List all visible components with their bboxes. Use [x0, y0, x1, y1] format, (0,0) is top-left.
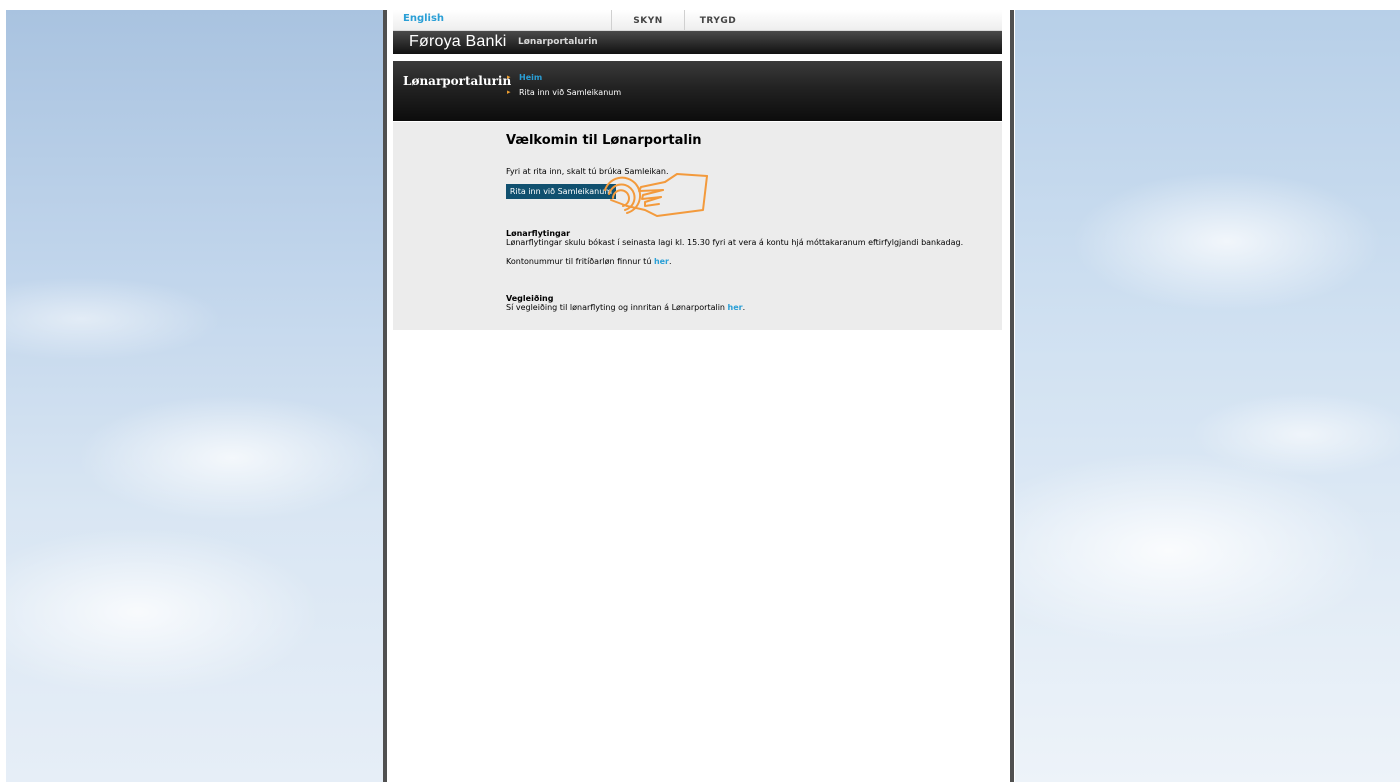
tab-skyn[interactable]: SKYN — [611, 10, 685, 30]
transfers-text: Lønarflytingar skulu bókast í seinasta l… — [506, 238, 964, 247]
nav-item-label: Rita inn við Samleikanum — [519, 88, 622, 97]
guide-text: Sí vegleiðing til lønarflyting og innrit… — [506, 303, 725, 312]
account-number-text: Kontonummur til fritíðarløn finnur tú — [506, 257, 652, 266]
transfers-title: Lønarflytingar — [506, 229, 571, 238]
page-title: Vælkomin til Lønarportalin — [506, 133, 702, 148]
page-container: English SKYN TRYGD Føroya Banki Lønarpor… — [387, 10, 1010, 782]
arrow-right-icon: ▸ — [507, 73, 511, 81]
bank-logo[interactable]: Føroya Banki — [409, 33, 507, 51]
portal-name-label: Lønarportalurin — [518, 37, 598, 47]
navigation-panel: Lønarportalurin ▸ Heim ▸ Rita inn við Sa… — [393, 61, 1002, 121]
nav-item-login[interactable]: ▸ Rita inn við Samleikanum — [507, 85, 621, 100]
background-sky-left — [6, 10, 383, 782]
nav-item-label: Heim — [519, 73, 543, 82]
guide-line: Sí vegleiðing til lønarflyting og innrit… — [506, 303, 745, 312]
period: . — [742, 303, 746, 312]
language-link[interactable]: English — [403, 13, 444, 24]
tab-trygd[interactable]: TRYGD — [688, 10, 748, 30]
brand-bar: Føroya Banki Lønarportalurin — [393, 31, 1002, 54]
nav-title: Lønarportalurin — [403, 74, 512, 88]
top-bar: English SKYN TRYGD — [393, 10, 1002, 31]
arrow-right-icon: ▸ — [507, 88, 511, 96]
main-content: Vælkomin til Lønarportalin Fyri at rita … — [393, 122, 1002, 330]
account-number-line: Kontonummur til fritíðarløn finnur tú he… — [506, 257, 672, 266]
account-number-link[interactable]: her — [654, 257, 669, 266]
guide-link[interactable]: her — [728, 303, 743, 312]
page-border-right — [1010, 10, 1014, 782]
period: . — [669, 257, 672, 266]
nav-item-heim[interactable]: ▸ Heim — [507, 70, 621, 85]
guide-title: Vegleiðing — [506, 294, 554, 303]
hand-pointer-icon — [604, 173, 708, 217]
background-sky-right — [1015, 10, 1400, 782]
nav-menu: ▸ Heim ▸ Rita inn við Samleikanum — [507, 70, 621, 100]
